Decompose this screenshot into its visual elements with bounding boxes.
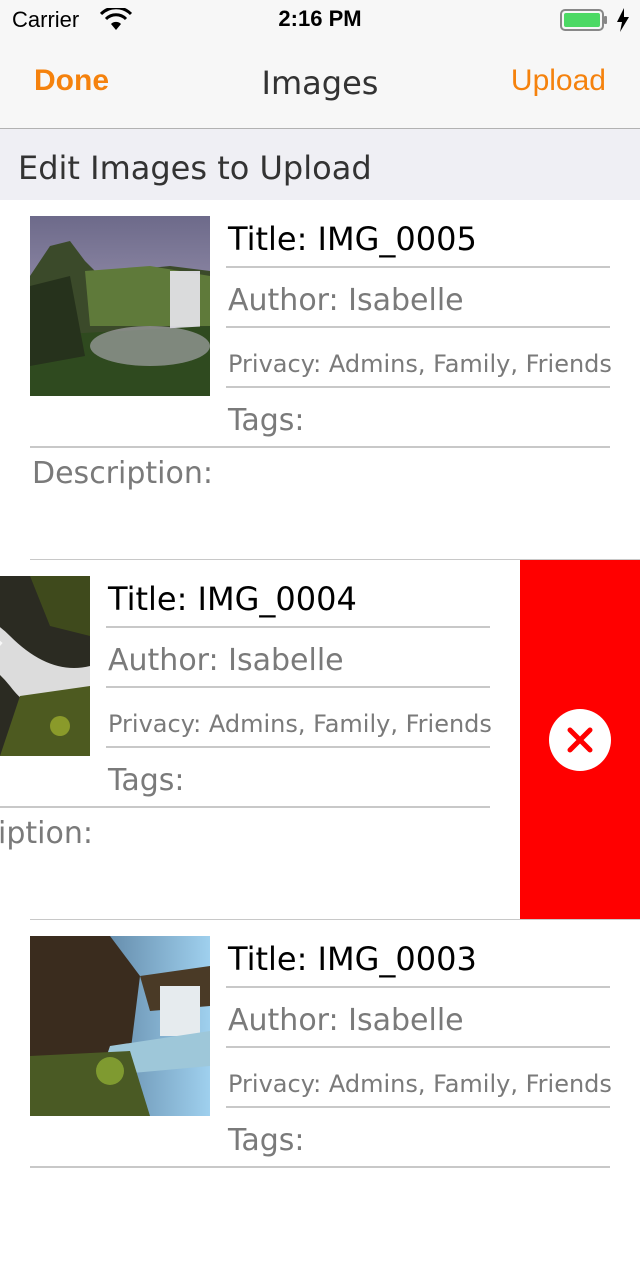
row-content: Title: IMG_0005 Author: Isabelle Privacy… [0,200,640,560]
delete-action[interactable] [520,560,640,920]
tags-field[interactable]: Tags: [30,388,610,448]
battery-icon [560,9,607,31]
title-field[interactable]: Title: IMG_0004 [106,568,490,628]
image-row: Title: IMG_0003 Author: Isabelle Privacy… [0,920,640,1280]
privacy-field[interactable]: Privacy: Admins, Family, Friends [106,688,492,748]
navigation-bar: Done Images Upload [0,40,640,129]
title-field[interactable]: Title: IMG_0003 [226,928,610,988]
title-field[interactable]: Title: IMG_0005 [226,208,610,268]
description-field[interactable]: Description: [0,816,93,851]
upload-button[interactable]: Upload [511,64,606,98]
image-row: Title: IMG_0004 Author: Isabelle Privacy… [0,560,640,920]
privacy-field[interactable]: Privacy: Admins, Family, Friends [226,328,612,388]
status-time: 2:16 PM [278,6,362,31]
section-title: Edit Images to Upload [18,149,372,187]
waterfall-photo-icon [30,216,210,396]
author-field[interactable]: Author: Isabelle [226,268,610,328]
tags-field[interactable]: Tags: [0,748,490,808]
row-content: Title: IMG_0003 Author: Isabelle Privacy… [0,920,640,1280]
row-content: Title: IMG_0004 Author: Isabelle Privacy… [0,560,520,920]
tags-field[interactable]: Tags: [30,1108,610,1168]
image-thumbnail[interactable] [30,216,210,396]
status-bar: Carrier 2:16 PM [0,0,640,40]
delete-button[interactable] [549,709,611,771]
river-photo-icon [0,576,90,756]
bolt-icon [617,8,629,32]
description-field[interactable]: Description: [32,456,213,491]
canyon-photo-icon [30,936,210,1116]
author-field[interactable]: Author: Isabelle [226,988,610,1048]
image-thumbnail[interactable] [30,936,210,1116]
image-thumbnail[interactable] [0,576,90,756]
privacy-field[interactable]: Privacy: Admins, Family, Friends [226,1048,612,1108]
author-field[interactable]: Author: Isabelle [106,628,490,688]
close-icon [567,727,593,753]
image-row: Title: IMG_0005 Author: Isabelle Privacy… [0,200,640,560]
section-header: Edit Images to Upload [0,129,640,201]
